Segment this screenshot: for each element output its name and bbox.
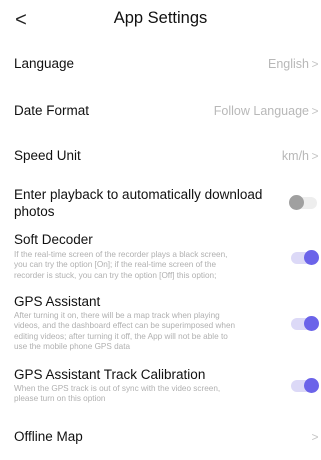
auto-download-toggle[interactable]: [289, 195, 317, 210]
gps-calibration-row: GPS Assistant Track Calibration When the…: [14, 366, 319, 406]
gps-calibration-label: GPS Assistant Track Calibration: [14, 367, 206, 382]
date-format-row[interactable]: Date Format Follow Language >: [14, 100, 319, 120]
description-line: When the GPS track is out of sync with t…: [14, 384, 221, 393]
toggle-knob: [289, 195, 304, 210]
date-format-value: Follow Language: [213, 104, 309, 118]
soft-decoder-row: Soft Decoder If the real-time screen of …: [14, 231, 319, 281]
offline-map-row[interactable]: Offline Map >: [14, 427, 319, 447]
description-line: If the real-time screen of the recorder …: [14, 250, 228, 259]
speed-unit-row[interactable]: Speed Unit km/h >: [14, 145, 319, 165]
description-line: After turning it on, there will be a map…: [14, 311, 220, 320]
chevron-right-icon: >: [311, 149, 319, 163]
date-format-label: Date Format: [14, 103, 90, 118]
auto-download-label-line2: photos: [14, 204, 55, 219]
soft-decoder-toggle[interactable]: [291, 250, 319, 265]
gps-assistant-label: GPS Assistant: [14, 294, 101, 309]
speed-unit-value: km/h: [281, 149, 309, 163]
description-line: editing videos; after turning it off, th…: [14, 331, 228, 341]
auto-download-label-line1: Enter playback to automatically download: [14, 187, 263, 202]
description-line: recorder is stuck, you can try the optio…: [14, 270, 217, 280]
description-line: you can try the option [On]; if the real…: [14, 260, 217, 270]
page-title: App Settings: [113, 9, 208, 27]
chevron-right-icon: >: [311, 57, 319, 71]
gps-assistant-toggle[interactable]: [291, 316, 319, 331]
header-bar: < App Settings: [0, 0, 321, 40]
speed-unit-label: Speed Unit: [14, 148, 81, 163]
description-line: please turn on this option: [14, 394, 106, 404]
soft-decoder-description: If the real-time screen of the recorder …: [14, 250, 282, 281]
gps-assistant-row: GPS Assistant After turning it on, there…: [14, 293, 319, 355]
gps-calibration-toggle[interactable]: [291, 378, 319, 393]
chevron-right-icon: >: [311, 104, 319, 118]
language-label: Language: [14, 56, 75, 71]
toggle-knob: [304, 316, 319, 331]
gps-assistant-description: After turning it on, there will be a map…: [14, 311, 282, 352]
language-row[interactable]: Language English >: [14, 53, 319, 73]
description-line: videos, and the dashboard effect can be …: [14, 321, 236, 331]
auto-download-row: Enter playback to automatically download…: [14, 186, 319, 222]
toggle-knob: [304, 378, 319, 393]
chevron-right-icon: >: [311, 430, 319, 444]
description-line: use the mobile phone GPS data: [14, 341, 131, 351]
toggle-knob: [304, 250, 319, 265]
language-value: English: [268, 57, 309, 71]
offline-map-label: Offline Map: [14, 429, 83, 444]
gps-calibration-description: When the GPS track is out of sync with t…: [14, 384, 282, 405]
soft-decoder-label: Soft Decoder: [14, 232, 93, 247]
